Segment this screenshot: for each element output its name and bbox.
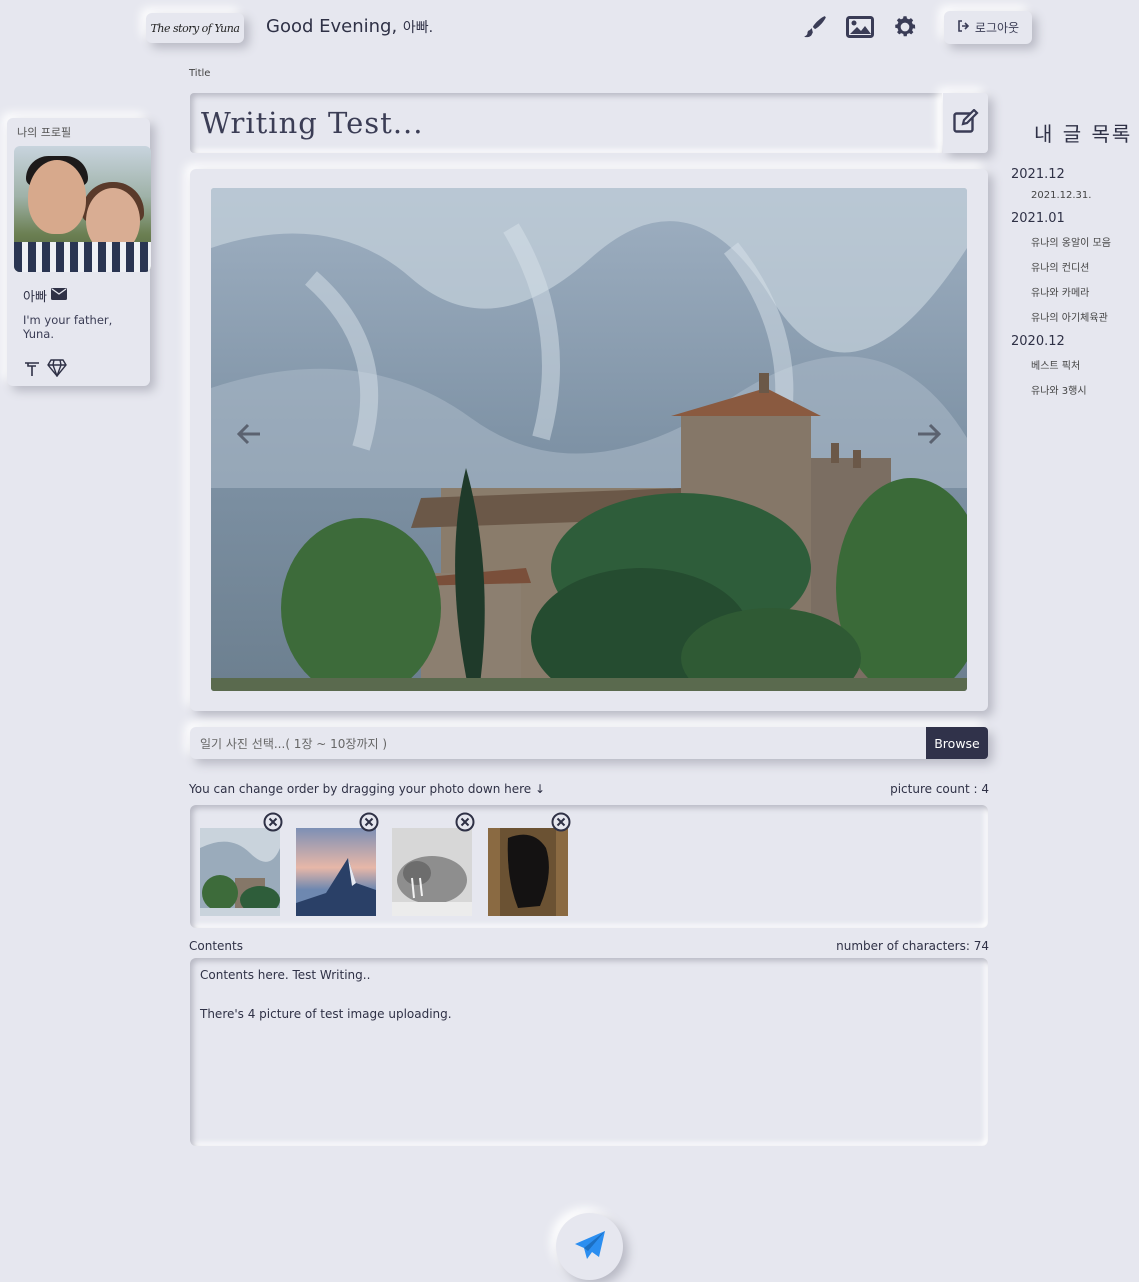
photo-file-input[interactable]: 일기 사진 선택...( 1장 ~ 10장까지 ) Browse <box>190 727 988 759</box>
arrow-left-icon <box>236 423 262 449</box>
post-link[interactable]: 유나와 3행시 <box>1031 382 1136 397</box>
file-input-placeholder[interactable]: 일기 사진 선택...( 1장 ~ 10장까지 ) <box>190 727 926 759</box>
profile-section-label: 나의 프로필 <box>17 126 72 139</box>
post-link[interactable]: 2021.12.31. <box>1031 190 1136 201</box>
remove-photo-icon[interactable] <box>551 812 571 832</box>
post-group-month[interactable]: 2021.12 <box>1011 167 1136 182</box>
post-group-month[interactable]: 2020.12 <box>1011 334 1136 349</box>
greeting: Good Evening, 아빠. <box>266 16 433 37</box>
site-logo[interactable]: The story of Yuna <box>146 13 244 43</box>
profile-photo <box>14 146 151 272</box>
profile-name-row: 아빠 <box>23 286 146 305</box>
post-group: 2021.12 2021.12.31. <box>1011 167 1136 201</box>
title-input[interactable]: Writing Test... <box>190 93 942 153</box>
post-link[interactable]: 베스트 픽처 <box>1031 357 1136 372</box>
remove-photo-icon[interactable] <box>455 812 475 832</box>
paper-plane-icon <box>574 1230 606 1264</box>
picture-count: picture count : 4 <box>890 782 989 796</box>
thumbnail-item[interactable] <box>392 812 475 916</box>
title-edit-button[interactable] <box>943 93 988 153</box>
greeting-text: Good Evening, <box>266 16 398 37</box>
gear-icon[interactable] <box>890 13 920 41</box>
remove-photo-icon[interactable] <box>359 812 379 832</box>
photo-carousel <box>190 169 988 711</box>
arrow-right-icon <box>916 423 942 449</box>
post-group-month[interactable]: 2021.01 <box>1011 211 1136 226</box>
my-posts-list: 2021.12 2021.12.31. 2021.01 유나의 옹알이 모음 유… <box>1011 167 1136 407</box>
post-link[interactable]: 유나의 아기체육관 <box>1031 309 1136 324</box>
logout-button[interactable]: 로그아웃 <box>944 11 1032 44</box>
contents-line: Contents here. Test Writing.. <box>200 968 371 982</box>
carousel-prev-button[interactable] <box>234 421 264 451</box>
post-group: 2021.01 유나의 옹알이 모음 유나의 컨디션 유나와 카메라 유나의 아… <box>1011 211 1136 324</box>
contents-line <box>200 986 978 1006</box>
edit-icon <box>952 108 979 137</box>
envelope-icon[interactable] <box>50 287 67 304</box>
pen-icon[interactable] <box>800 13 830 41</box>
profile-card: 나의 프로필 아빠 I'm your father, Yuna. <box>7 118 151 386</box>
contents-line: There's 4 picture of test image uploadin… <box>200 1007 452 1021</box>
logout-label: 로그아웃 <box>974 21 1020 35</box>
thumbnail-strip <box>190 805 988 928</box>
gem-icon <box>47 359 67 381</box>
drag-hint: You can change order by dragging your ph… <box>189 782 546 796</box>
my-posts-title: 내 글 목록 <box>1034 122 1133 146</box>
profile-description: I'm your father, Yuna. <box>23 313 113 341</box>
title-label: Title <box>189 68 211 79</box>
contents-label: Contents <box>189 939 243 953</box>
submit-button[interactable] <box>556 1213 623 1280</box>
image-icon[interactable] <box>845 13 875 41</box>
profile-name: 아빠 <box>23 290 47 305</box>
post-link[interactable]: 유나와 카메라 <box>1031 284 1136 299</box>
contents-textarea[interactable]: Contents here. Test Writing.. There's 4 … <box>190 958 988 1146</box>
user-name: 아빠. <box>402 20 434 36</box>
carousel-slide <box>211 188 967 691</box>
post-group: 2020.12 베스트 픽처 유나와 3행시 <box>1011 334 1136 397</box>
browse-button[interactable]: Browse <box>926 727 988 759</box>
thumbnail-item[interactable] <box>488 812 571 916</box>
carousel-next-button[interactable] <box>914 421 944 451</box>
thumbnail-item[interactable] <box>200 812 283 916</box>
thumbnail-item[interactable] <box>296 812 379 916</box>
remove-photo-icon[interactable] <box>263 812 283 832</box>
profile-badges <box>23 359 146 381</box>
character-count: number of characters: 74 <box>836 939 989 953</box>
tool-icon <box>23 359 41 381</box>
post-link[interactable]: 유나의 옹알이 모음 <box>1031 234 1136 249</box>
post-link[interactable]: 유나의 컨디션 <box>1031 259 1136 274</box>
logout-icon <box>957 20 970 35</box>
